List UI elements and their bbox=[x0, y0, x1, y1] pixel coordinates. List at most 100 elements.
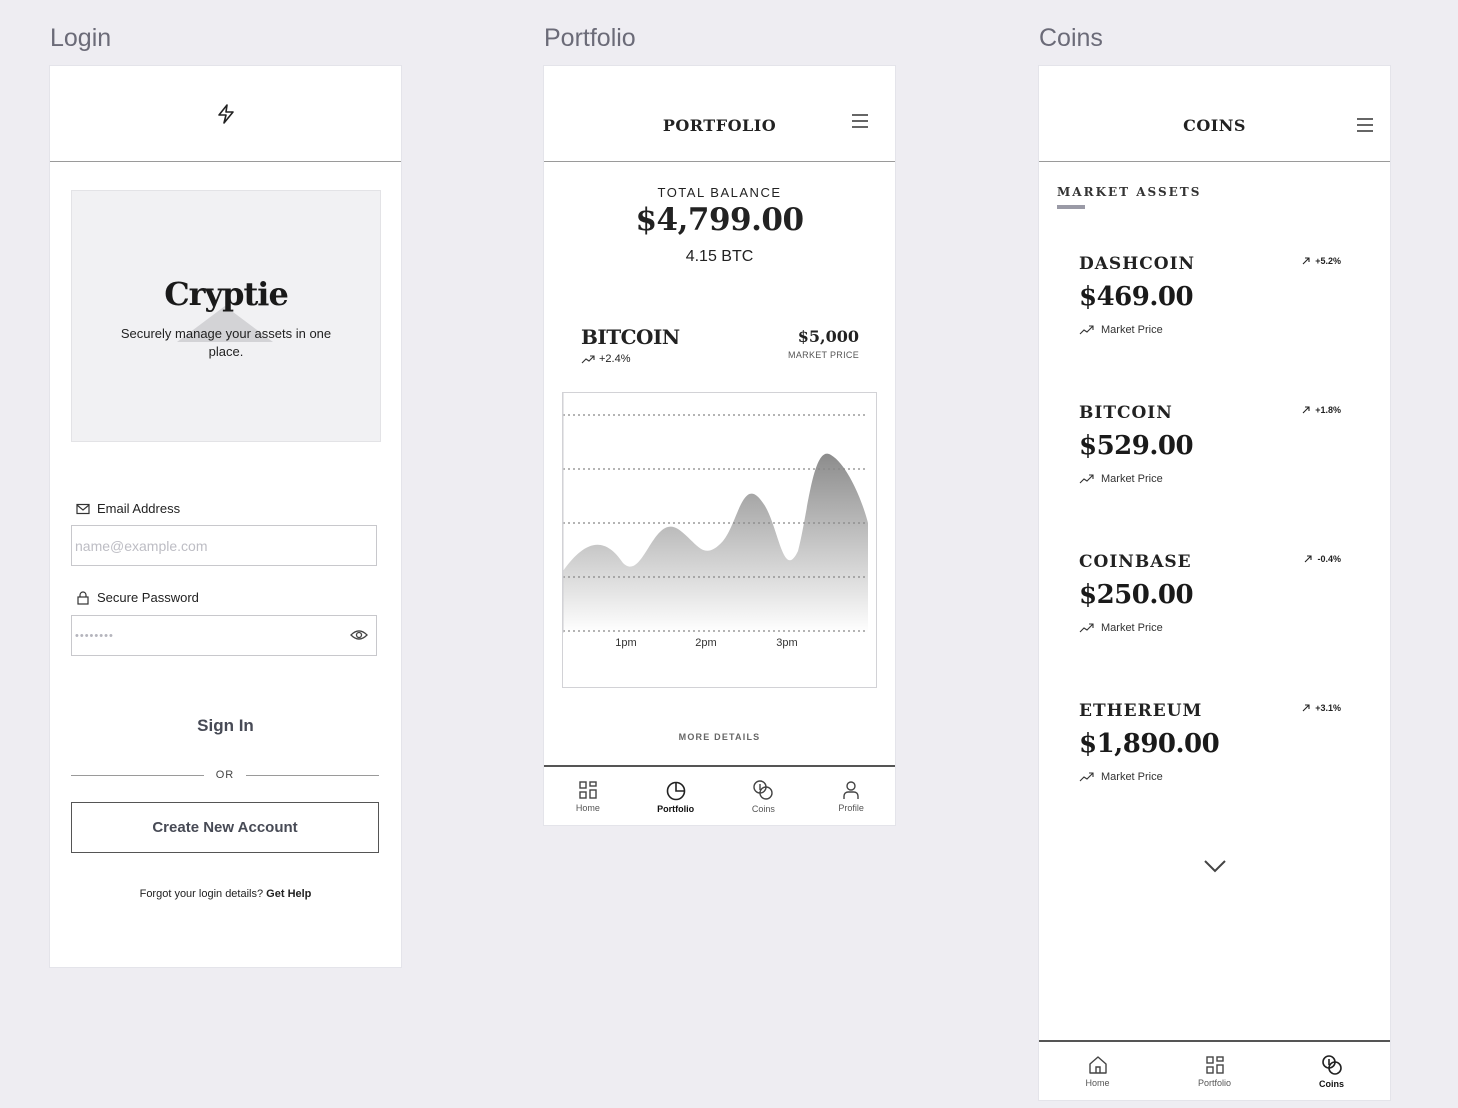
coins-icon bbox=[1321, 1054, 1342, 1075]
asset-change-value: -0.4% bbox=[1317, 554, 1341, 564]
app-name: Cryptie bbox=[164, 275, 289, 313]
market-price-text: Market Price bbox=[1101, 622, 1163, 634]
nav-label: Profile bbox=[838, 802, 864, 813]
section-title: MARKET ASSETS bbox=[1057, 185, 1202, 199]
market-price-label: Market Price bbox=[1079, 622, 1163, 634]
login-header bbox=[50, 66, 401, 162]
frame-label-coins: Coins bbox=[1039, 24, 1103, 52]
bottom-nav: Home Portfolio Coins bbox=[1039, 1040, 1390, 1100]
password-label: Secure Password bbox=[76, 590, 199, 605]
page-title: PORTFOLIO bbox=[662, 116, 777, 135]
email-field[interactable] bbox=[72, 526, 335, 565]
password-field-box bbox=[71, 615, 377, 656]
coin-name: BITCOIN bbox=[581, 325, 680, 349]
nav-label: Home bbox=[575, 802, 600, 813]
sign-in-button[interactable]: Sign In bbox=[50, 716, 401, 736]
total-balance-amount: $4,799.00 bbox=[635, 202, 804, 238]
login-screen: Cryptie Securely manage your assets in o… bbox=[50, 66, 401, 967]
arrow-up-right-icon bbox=[1302, 704, 1310, 712]
email-label: Email Address bbox=[76, 501, 180, 516]
trend-up-icon bbox=[1079, 325, 1094, 335]
password-label-text: Secure Password bbox=[97, 590, 199, 605]
or-text: OR bbox=[215, 769, 235, 781]
nav-item-portfolio[interactable]: Portfolio bbox=[632, 767, 720, 825]
grid-icon bbox=[579, 780, 597, 799]
asset-price: $469.00 bbox=[1079, 282, 1194, 312]
create-account-button[interactable]: Create New Account bbox=[71, 802, 379, 853]
x-tick-label: 1pm bbox=[615, 637, 636, 649]
hero-banner: Cryptie Securely manage your assets in o… bbox=[71, 190, 381, 442]
nav-label: Coins bbox=[751, 803, 775, 814]
nav-item-profile[interactable]: Profile bbox=[807, 767, 895, 825]
total-balance-label: TOTAL BALANCE bbox=[657, 185, 782, 200]
nav-label: Portfolio bbox=[657, 803, 695, 814]
trend-up-icon bbox=[1079, 623, 1094, 633]
market-price-label: Market Price bbox=[1079, 473, 1163, 485]
x-tick-label: 3pm bbox=[776, 637, 797, 649]
price-chart: 1pm 2pm 3pm bbox=[562, 392, 877, 688]
chart-area bbox=[563, 453, 868, 633]
menu-icon[interactable] bbox=[851, 114, 869, 128]
nav-item-portfolio[interactable]: Portfolio bbox=[1156, 1042, 1273, 1100]
frame-label-login: Login bbox=[50, 24, 112, 52]
asset-change: +1.8% bbox=[1302, 405, 1341, 415]
coin-price: $5,000 bbox=[797, 327, 859, 346]
coin-price-label: MARKET PRICE bbox=[788, 350, 859, 360]
more-details-link[interactable]: MORE DETAILS bbox=[544, 732, 895, 742]
nav-item-home[interactable]: Home bbox=[1039, 1042, 1156, 1100]
nav-item-coins[interactable]: Coins bbox=[1273, 1042, 1390, 1100]
nav-item-coins[interactable]: Coins bbox=[720, 767, 808, 825]
coins-header: COINS bbox=[1039, 66, 1390, 162]
forgot-login-text: Forgot your login details? Get Help bbox=[50, 888, 401, 900]
menu-icon[interactable] bbox=[1356, 118, 1374, 132]
nav-label: Coins bbox=[1318, 1078, 1344, 1089]
asset-card[interactable]: DASHCOIN +5.2% $469.00 Market Price bbox=[1079, 254, 1349, 384]
market-price-label: Market Price bbox=[1079, 771, 1163, 783]
user-icon bbox=[843, 780, 859, 799]
asset-change-value: +3.1% bbox=[1315, 703, 1341, 713]
nav-label: Home bbox=[1085, 1077, 1110, 1088]
arrow-up-right-icon bbox=[1305, 555, 1313, 563]
get-help-link[interactable]: Get Help bbox=[266, 888, 311, 900]
portfolio-header: PORTFOLIO bbox=[544, 66, 895, 162]
asset-name: ETHEREUM bbox=[1079, 701, 1203, 721]
asset-price: $1,890.00 bbox=[1079, 729, 1220, 759]
asset-change: +5.2% bbox=[1302, 256, 1341, 266]
asset-card[interactable]: COINBASE -0.4% $250.00 Market Price bbox=[1079, 552, 1349, 682]
home-icon bbox=[1088, 1055, 1107, 1074]
asset-price: $529.00 bbox=[1079, 431, 1194, 461]
eye-icon[interactable] bbox=[350, 628, 368, 642]
page-title: COINS bbox=[1183, 116, 1246, 135]
app-tagline: Securely manage your assets in one place… bbox=[120, 326, 332, 359]
load-more-button[interactable] bbox=[1039, 859, 1390, 873]
bottom-nav: Home Portfolio Coins Profile bbox=[544, 765, 895, 825]
asset-change: -0.4% bbox=[1304, 554, 1341, 564]
trend-up-icon bbox=[1079, 474, 1094, 484]
forgot-text: Forgot your login details? bbox=[139, 888, 264, 900]
pie-chart-icon bbox=[666, 781, 685, 800]
nav-item-home[interactable]: Home bbox=[544, 767, 632, 825]
trend-up-icon bbox=[1079, 772, 1094, 782]
arrow-up-right-icon bbox=[1302, 406, 1310, 414]
asset-price: $250.00 bbox=[1079, 580, 1194, 610]
asset-name: BITCOIN bbox=[1079, 403, 1173, 423]
email-field-box bbox=[71, 525, 377, 566]
password-field[interactable] bbox=[72, 616, 335, 655]
asset-change-value: +1.8% bbox=[1315, 405, 1341, 415]
trend-up-icon bbox=[581, 354, 595, 363]
asset-name: DASHCOIN bbox=[1079, 254, 1196, 274]
divider-line bbox=[71, 774, 204, 776]
mail-icon bbox=[76, 503, 90, 514]
lightning-icon bbox=[217, 103, 234, 124]
frame-label-portfolio: Portfolio bbox=[544, 24, 636, 52]
coin-change-value: +2.4% bbox=[599, 353, 631, 365]
chevron-down-icon bbox=[1203, 860, 1226, 873]
price-chart-svg: 1pm 2pm 3pm bbox=[562, 393, 868, 649]
asset-card[interactable]: BITCOIN +1.8% $529.00 Market Price bbox=[1079, 403, 1349, 533]
coin-change: +2.4% bbox=[581, 353, 631, 365]
asset-card[interactable]: ETHEREUM +3.1% $1,890.00 Market Price bbox=[1079, 701, 1349, 831]
coins-icon bbox=[753, 779, 774, 800]
market-price-text: Market Price bbox=[1101, 324, 1163, 336]
market-price-text: Market Price bbox=[1101, 771, 1163, 783]
divider-line bbox=[246, 774, 379, 776]
